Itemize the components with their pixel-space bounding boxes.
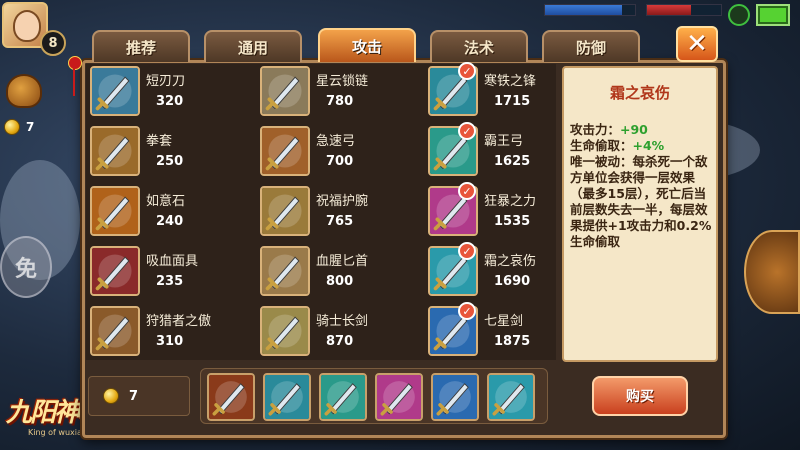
owned-check-icon: ✓	[458, 302, 476, 320]
knight-sword-icon[interactable]	[260, 306, 310, 356]
mp-bar	[646, 4, 722, 16]
bracer-icon[interactable]	[260, 186, 310, 236]
tab-recommend[interactable]: 推荐	[92, 30, 190, 62]
coin-icon	[4, 119, 20, 135]
chain-icon[interactable]	[260, 66, 310, 116]
shop-item[interactable]: 短刃刀 320	[90, 64, 256, 120]
shop-item[interactable]: 星云锁链 780	[260, 64, 426, 120]
item-price: 1875	[494, 334, 531, 349]
item-name: 狂暴之力	[484, 194, 537, 209]
stone-icon[interactable]	[90, 186, 140, 236]
ice-sword-icon[interactable]	[263, 373, 311, 421]
tab-attack[interactable]: 攻击	[318, 28, 416, 62]
owned-check-icon: ✓	[458, 182, 476, 200]
shop-item[interactable]: 如意石 240	[90, 184, 256, 240]
tab-general[interactable]: 通用	[204, 30, 302, 62]
mian-button[interactable]: 免	[0, 236, 52, 298]
wifi-icon	[728, 4, 750, 26]
item-price: 310	[156, 334, 184, 349]
bow-icon[interactable]	[260, 126, 310, 176]
item-name: 狩猎者之傲	[146, 314, 212, 329]
item-name: 血腥匕首	[316, 254, 369, 269]
gauntlet-icon[interactable]	[90, 126, 140, 176]
item-detail-panel: 霜之哀伤 攻击力：+90 生命偷取：+4% 唯一被动：每杀死一个敌方单位会获得一…	[562, 66, 718, 362]
buy-button[interactable]: 购买	[592, 376, 688, 416]
lifesteal-label: 生命偷取：	[570, 138, 633, 153]
passive-description: 唯一被动：每杀死一个敌方单位会获得一层效果（最多15层），死亡后当前层数失去一半…	[570, 154, 712, 249]
item-name: 霸王弓	[484, 134, 524, 149]
owned-check-icon: ✓	[458, 122, 476, 140]
tassel-decoration	[68, 56, 82, 96]
shop-item[interactable]: 骑士长剑 870	[260, 304, 426, 360]
tab-defense[interactable]: 防御	[542, 30, 640, 62]
item-price: 1625	[494, 154, 531, 169]
attack-value: +90	[620, 122, 648, 137]
item-price: 240	[156, 214, 184, 229]
item-name: 寒铁之锋	[484, 74, 537, 89]
lifesteal-value: +4%	[632, 138, 665, 153]
item-name: 拳套	[146, 134, 173, 149]
owned-check-icon: ✓	[458, 242, 476, 260]
boots-icon[interactable]	[207, 373, 255, 421]
frostmourne-icon[interactable]	[487, 373, 535, 421]
shop-item[interactable]: 祝福护腕 765	[260, 184, 426, 240]
game-logo-sub: King of wuxia	[28, 428, 82, 437]
shop-item[interactable]: 急速弓 700	[260, 124, 426, 180]
seven-star-sword-icon[interactable]	[431, 373, 479, 421]
mask-icon[interactable]	[90, 246, 140, 296]
gold-value: 7	[129, 388, 139, 404]
shop-item[interactable]: 血腥匕首 800	[260, 244, 426, 300]
dagger-icon[interactable]	[90, 66, 140, 116]
item-price: 800	[326, 274, 354, 289]
detail-stats: 攻击力：+90 生命偷取：+4% 唯一被动：每杀死一个敌方单位会获得一层效果（最…	[570, 122, 714, 250]
item-name: 祝福护腕	[316, 194, 369, 209]
item-name: 如意石	[146, 194, 186, 209]
hp-bar	[544, 4, 636, 16]
item-name: 星云锁链	[316, 74, 369, 89]
bloody-dagger-icon[interactable]	[260, 246, 310, 296]
item-name: 短刃刀	[146, 74, 186, 89]
item-price: 870	[326, 334, 354, 349]
owned-check-icon: ✓	[458, 62, 476, 80]
item-price: 700	[326, 154, 354, 169]
overlord-bow-icon[interactable]	[319, 373, 367, 421]
attack-label: 攻击力：	[570, 122, 621, 137]
shop-item[interactable]: 拳套 250	[90, 124, 256, 180]
fury-blade-icon[interactable]	[375, 373, 423, 421]
shop-item[interactable]: 狩猎者之傲 310	[90, 304, 256, 360]
level-badge: 8	[40, 30, 66, 56]
skill-button[interactable]	[744, 230, 800, 314]
item-price: 765	[326, 214, 354, 229]
close-button[interactable]: ✕	[676, 26, 718, 62]
item-price: 235	[156, 274, 184, 289]
hud-gold: 7	[4, 118, 34, 136]
hud-gold-value: 7	[26, 120, 35, 134]
hunter-blade-icon[interactable]	[90, 306, 140, 356]
item-price: 320	[156, 94, 184, 109]
item-price: 1535	[494, 214, 531, 229]
battery-icon	[756, 4, 790, 26]
item-name: 吸血面具	[146, 254, 199, 269]
owned-items-bar	[200, 368, 548, 424]
item-name: 七星剑	[484, 314, 524, 329]
item-name: 霜之哀伤	[484, 254, 537, 269]
gold-display: 7	[88, 376, 190, 416]
item-price: 250	[156, 154, 184, 169]
item-grid: 短刃刀 320 星云锁链 780 ✓ 寒铁之锋 1715 拳套 250 急速弓 700 ✓ 霸王弓 162…	[86, 62, 556, 360]
item-price: 1690	[494, 274, 531, 289]
item-price: 1715	[494, 94, 531, 109]
item-name: 急速弓	[316, 134, 356, 149]
coin-icon	[103, 388, 119, 404]
detail-title: 霜之哀伤	[609, 84, 670, 102]
item-price: 780	[326, 94, 354, 109]
shop-item[interactable]: 吸血面具 235	[90, 244, 256, 300]
bag-icon[interactable]	[6, 74, 42, 108]
tab-magic[interactable]: 法术	[430, 30, 528, 62]
item-name: 骑士长剑	[316, 314, 369, 329]
